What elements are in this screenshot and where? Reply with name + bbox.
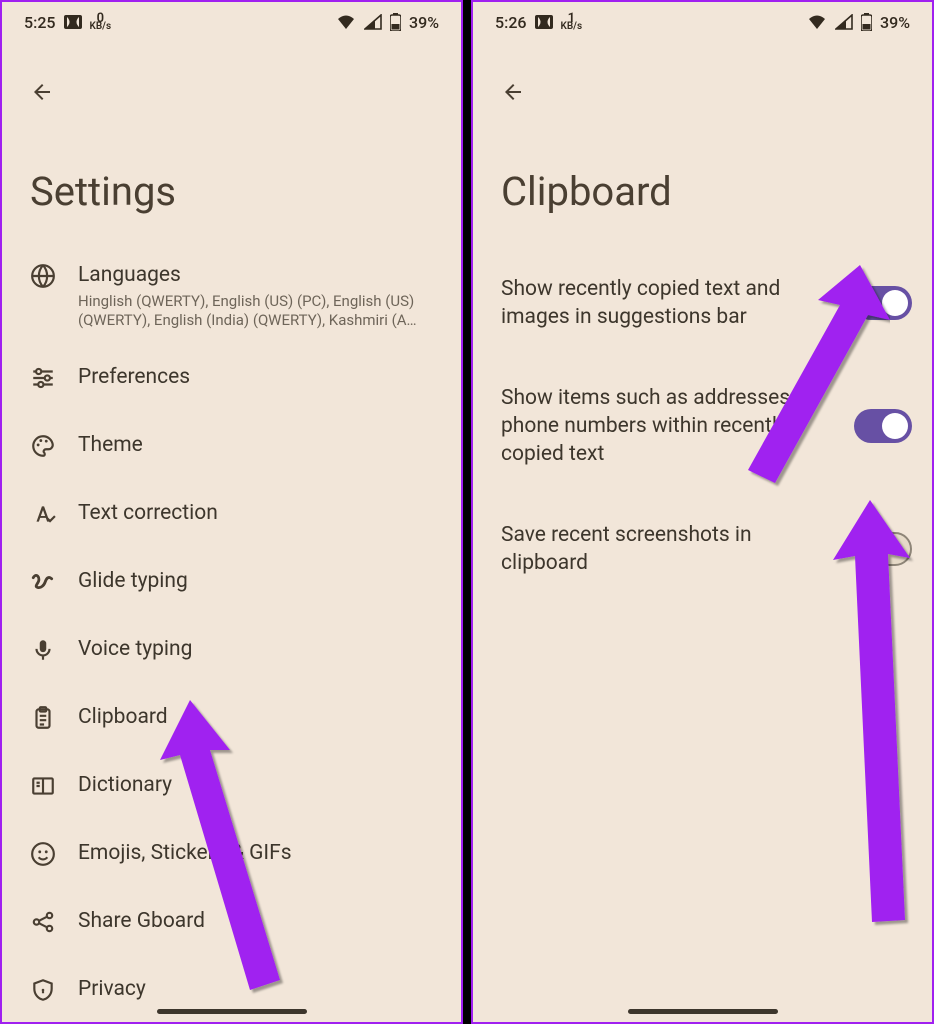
page-title: Clipboard <box>473 116 932 249</box>
setting-share[interactable]: Share Gboard <box>2 888 449 956</box>
clipboard-item-show-recent[interactable]: Show recently copied text and images in … <box>501 249 912 358</box>
setting-label: Languages <box>78 263 429 288</box>
status-netspeed: 0 KB/s <box>90 14 112 30</box>
clipboard-item-save-screenshots[interactable]: Save recent screenshots in clipboard <box>501 495 912 604</box>
back-button[interactable] <box>489 68 537 116</box>
clipboard-options: Show recently copied text and images in … <box>473 249 932 603</box>
back-button[interactable] <box>18 68 66 116</box>
settings-list: Languages Hinglish (QWERTY), English (US… <box>2 249 461 1024</box>
clipboard-item-label: Show items such as addresses, phone numb… <box>501 384 834 469</box>
toggle-show-recent[interactable] <box>854 286 912 320</box>
battery-icon <box>390 13 401 31</box>
battery-icon <box>861 13 872 31</box>
setting-sub: Hinglish (QWERTY), English (US) (PC), En… <box>78 292 429 330</box>
status-netspeed: 1 KB/s <box>561 14 583 30</box>
setting-label: Clipboard <box>78 705 429 730</box>
clipboard-item-label: Show recently copied text and images in … <box>501 275 834 332</box>
toggle-show-items[interactable] <box>854 409 912 443</box>
shield-icon <box>30 977 56 1003</box>
setting-label: Share Gboard <box>78 909 429 934</box>
setting-label: Theme <box>78 433 429 458</box>
cell-signal-icon <box>835 14 853 30</box>
text-correction-icon <box>30 501 56 527</box>
dolby-icon <box>64 15 82 29</box>
sliders-icon <box>30 365 56 391</box>
nav-bar-pill[interactable] <box>628 1009 778 1014</box>
setting-label: Text correction <box>78 501 429 526</box>
setting-theme[interactable]: Theme <box>2 412 449 480</box>
clipboard-icon <box>30 705 56 731</box>
setting-label: Privacy <box>78 977 429 1002</box>
setting-label: Glide typing <box>78 569 429 594</box>
page-title: Settings <box>2 116 461 249</box>
setting-label: Preferences <box>78 365 429 390</box>
wifi-icon <box>336 14 356 30</box>
status-time: 5:26 <box>495 13 527 32</box>
wifi-icon <box>807 14 827 30</box>
cell-signal-icon <box>364 14 382 30</box>
share-icon <box>30 909 56 935</box>
status-time: 5:25 <box>24 13 56 32</box>
clipboard-item-label: Save recent screenshots in clipboard <box>501 521 834 578</box>
status-bar: 5:26 1 KB/s 39% <box>473 2 932 38</box>
status-battery-pct: 39% <box>409 13 439 32</box>
globe-icon <box>30 263 56 289</box>
gesture-icon <box>30 569 56 595</box>
setting-emojis[interactable]: Emojis, Stickers & GIFs <box>2 820 449 888</box>
setting-clipboard[interactable]: Clipboard <box>2 684 449 752</box>
dolby-icon <box>535 15 553 29</box>
setting-preferences[interactable]: Preferences <box>2 344 449 412</box>
nav-bar-pill[interactable] <box>157 1009 307 1014</box>
setting-languages[interactable]: Languages Hinglish (QWERTY), English (US… <box>2 249 449 344</box>
setting-label: Emojis, Stickers & GIFs <box>78 841 429 866</box>
setting-dictionary[interactable]: Dictionary <box>2 752 449 820</box>
setting-glide-typing[interactable]: Glide typing <box>2 548 449 616</box>
clipboard-item-show-items[interactable]: Show items such as addresses, phone numb… <box>501 358 912 495</box>
setting-label: Voice typing <box>78 637 429 662</box>
setting-text-correction[interactable]: Text correction <box>2 480 449 548</box>
phone-settings: 5:25 0 KB/s 39% Settings <box>0 0 463 1024</box>
mic-icon <box>30 637 56 663</box>
status-battery-pct: 39% <box>880 13 910 32</box>
book-icon <box>30 773 56 799</box>
arrow-back-icon <box>501 80 525 104</box>
toggle-save-screenshots[interactable] <box>854 532 912 566</box>
setting-voice-typing[interactable]: Voice typing <box>2 616 449 684</box>
status-bar: 5:25 0 KB/s 39% <box>2 2 461 38</box>
setting-label: Dictionary <box>78 773 429 798</box>
emoji-icon <box>30 841 56 867</box>
phone-clipboard: 5:26 1 KB/s 39% Clipboard Show r <box>471 0 934 1024</box>
palette-icon <box>30 433 56 459</box>
arrow-back-icon <box>30 80 54 104</box>
